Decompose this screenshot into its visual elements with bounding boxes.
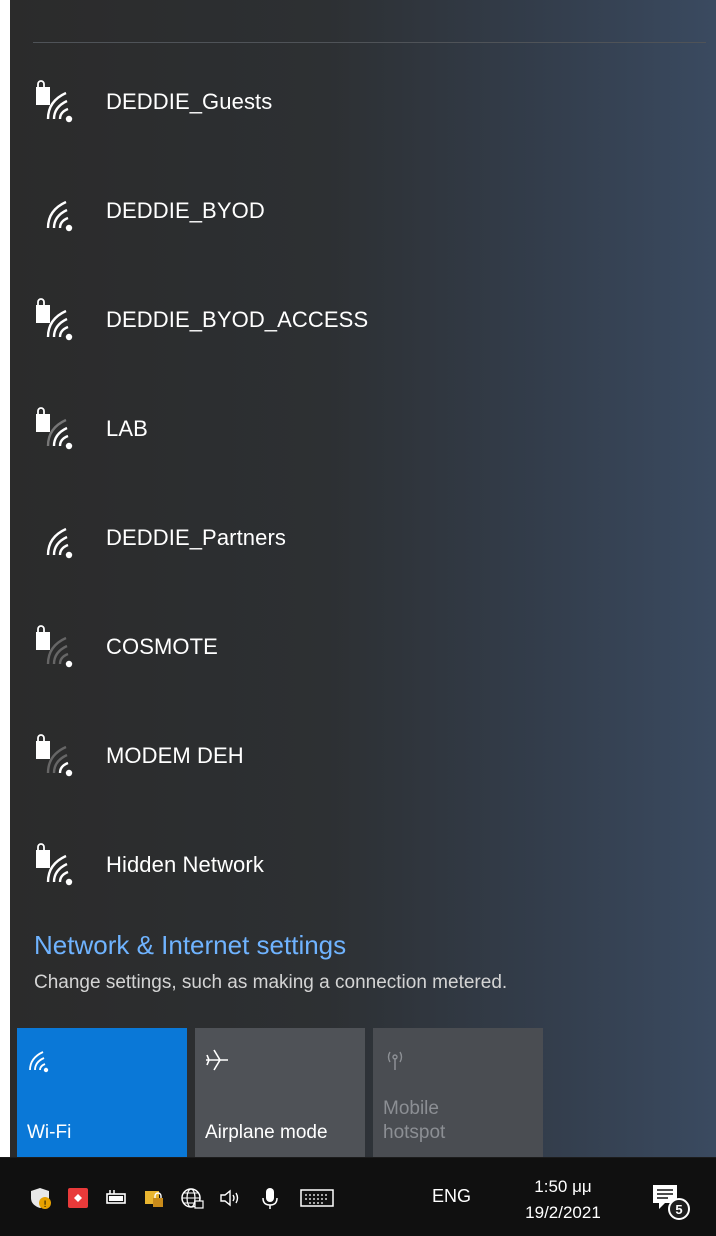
clock[interactable]: 1:50 μμ 19/2/2021	[508, 1174, 618, 1226]
network-name: MODEM DEH	[106, 743, 244, 768]
network-settings-description: Change settings, such as making a connec…	[34, 972, 508, 993]
network-item[interactable]: LAB	[10, 382, 716, 491]
notification-count-badge: 5	[668, 1198, 690, 1220]
network-settings-section: Network & Internet settings Change setti…	[34, 930, 704, 994]
airplane-icon	[206, 1049, 228, 1071]
mobile-hotspot-label: Mobile hotspot	[383, 1098, 446, 1143]
network-name: DEDDIE_BYOD_ACCESS	[106, 307, 369, 332]
network-item[interactable]: DEDDIE_Guests	[10, 55, 716, 164]
network-item[interactable]: Hidden Network	[10, 818, 716, 927]
svg-text:!: !	[43, 1200, 47, 1210]
hotspot-icon	[387, 1051, 403, 1070]
network-globe-icon[interactable]	[180, 1186, 204, 1210]
divider	[33, 42, 706, 43]
quick-actions: Wi-Fi Airplane mode Mobile hotspot	[10, 1028, 543, 1157]
network-item[interactable]: COSMOTE	[10, 600, 716, 709]
network-name: DEDDIE_BYOD	[106, 198, 265, 223]
wifi-toggle-label: Wi-Fi	[27, 1122, 72, 1143]
battery-plug-icon[interactable]	[104, 1186, 128, 1210]
network-item[interactable]: DEDDIE_Partners	[10, 491, 716, 600]
network-list: DEDDIE_Guests DEDDIE_BYOD DEDDIE_BYOD_AC…	[10, 55, 716, 927]
volume-icon[interactable]	[218, 1186, 242, 1210]
network-name: DEDDIE_Partners	[106, 525, 287, 550]
wifi-toggle-button[interactable]: Wi-Fi	[17, 1028, 187, 1157]
input-language[interactable]: ENG	[432, 1186, 471, 1207]
airplane-mode-label: Airplane mode	[205, 1122, 328, 1143]
wifi-signal-icon	[36, 843, 73, 886]
wifi-signal-icon	[36, 298, 73, 341]
taskbar: ! ENG 1:50 μμ 19/2/2021 5	[0, 1157, 716, 1236]
network-settings-link[interactable]: Network & Internet settings	[34, 930, 346, 961]
wifi-signal-icon	[36, 625, 73, 668]
network-item[interactable]: DEDDIE_BYOD	[10, 164, 716, 273]
microphone-icon[interactable]	[258, 1186, 282, 1210]
network-item[interactable]: DEDDIE_BYOD_ACCESS	[10, 273, 716, 382]
mobile-hotspot-button[interactable]: Mobile hotspot	[373, 1028, 543, 1157]
action-center-button[interactable]: 5	[650, 1178, 690, 1222]
network-name: LAB	[106, 416, 148, 441]
network-name: Hidden Network	[106, 852, 264, 877]
clock-date: 19/2/2021	[525, 1203, 601, 1222]
network-flyout: DEDDIE_Guests DEDDIE_BYOD DEDDIE_BYOD_AC…	[10, 0, 716, 1157]
clock-time: 1:50 μμ	[534, 1177, 592, 1196]
wifi-signal-icon	[36, 80, 73, 123]
network-name: COSMOTE	[106, 634, 218, 659]
app-red-icon[interactable]	[66, 1186, 90, 1210]
system-tray: ! ENG 1:50 μμ 19/2/2021 5	[0, 1158, 716, 1236]
wifi-signal-icon	[36, 734, 73, 777]
network-item[interactable]: MODEM DEH	[10, 709, 716, 818]
wifi-signal-icon	[46, 200, 73, 232]
keyboard-icon[interactable]	[300, 1186, 334, 1210]
vpn-lock-icon[interactable]	[142, 1186, 166, 1210]
wifi-signal-icon	[36, 407, 73, 450]
airplane-mode-button[interactable]: Airplane mode	[195, 1028, 365, 1157]
wifi-icon	[29, 1051, 49, 1073]
network-name: DEDDIE_Guests	[106, 89, 273, 114]
security-shield-icon[interactable]: !	[28, 1186, 52, 1210]
wifi-signal-icon	[46, 527, 73, 559]
